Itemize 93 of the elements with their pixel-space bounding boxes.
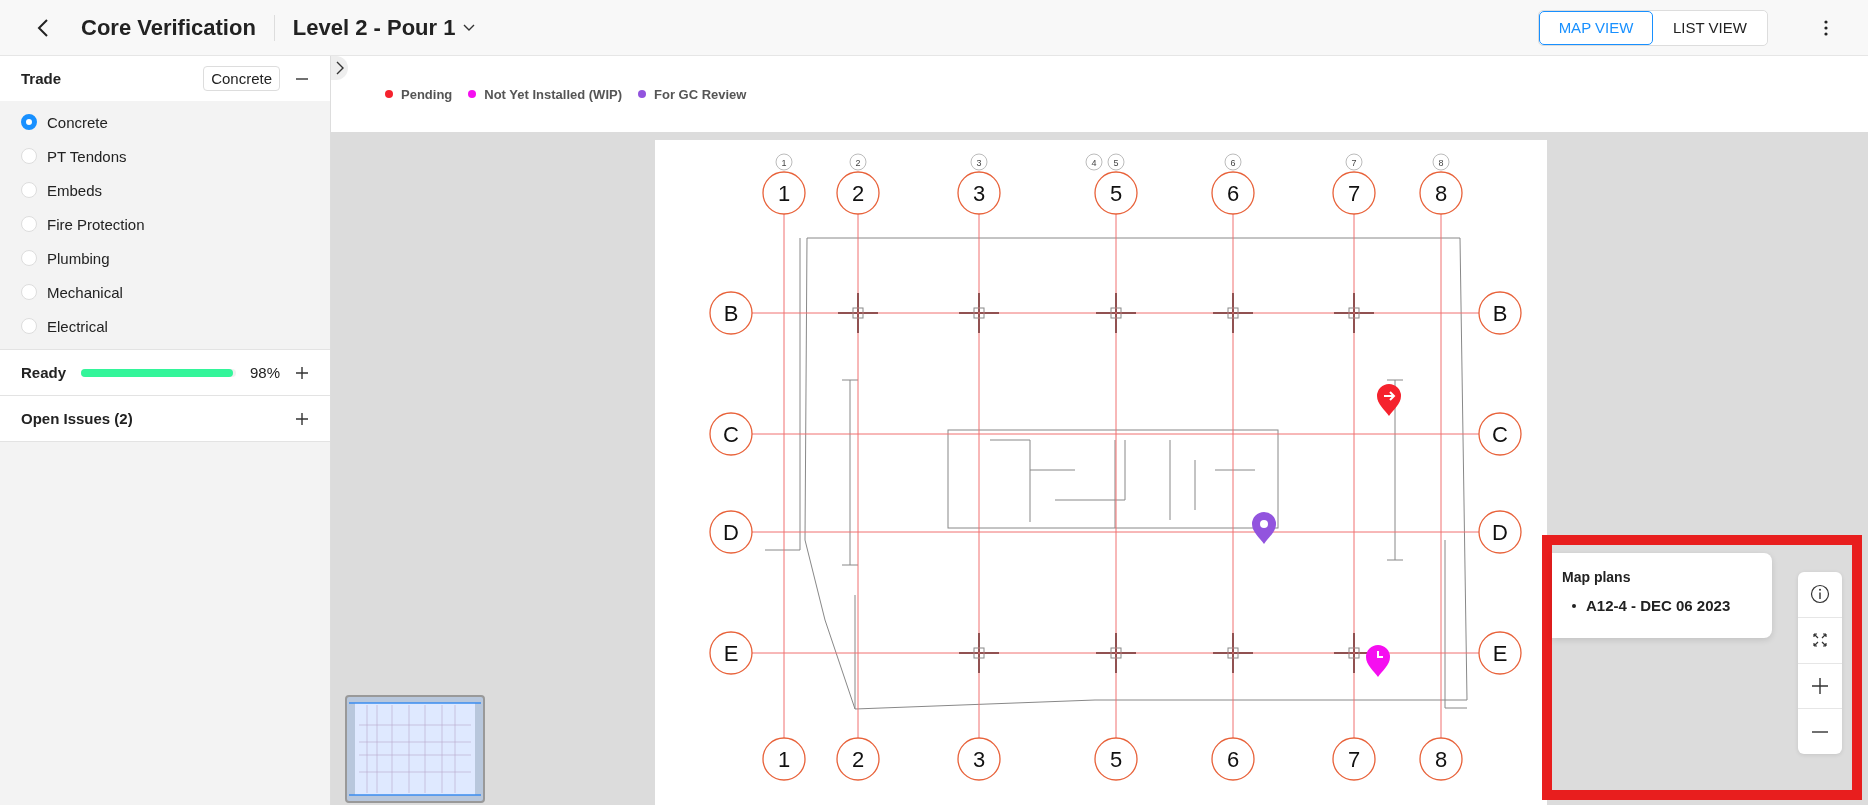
grid-label: 3 (972, 747, 986, 772)
grid-bubble (1332, 171, 1376, 215)
radio-button[interactable] (21, 114, 37, 130)
grid-bubble (709, 510, 753, 554)
trade-option[interactable]: Mechanical (47, 283, 123, 301)
chevron-right-icon[interactable] (335, 61, 344, 75)
grid-label: B (723, 301, 739, 326)
tag-label: 7 (1351, 157, 1357, 168)
bullet-icon (1572, 603, 1576, 608)
expand-icon[interactable] (294, 410, 310, 427)
ready-label: Ready (21, 364, 67, 381)
grid-label: 1 (777, 181, 791, 206)
page-title: Core Verification (81, 14, 256, 41)
more-icon[interactable] (1824, 19, 1828, 36)
pour-selector[interactable]: Level 2 - Pour 1 (292, 14, 456, 41)
grid-bubble (1478, 412, 1522, 456)
tag-circle (1432, 153, 1450, 171)
trade-option[interactable]: Fire Protection (47, 215, 145, 233)
info-icon[interactable] (1810, 584, 1830, 605)
grid-label: 8 (1434, 747, 1448, 772)
grid-bubble (1332, 737, 1376, 781)
grid-label: 7 (1347, 181, 1361, 206)
grid-label: 6 (1226, 181, 1240, 206)
trade-option[interactable]: Plumbing (47, 249, 110, 267)
grid-label: 8 (1434, 181, 1448, 206)
grid-bubble (957, 737, 1001, 781)
grid-bubble (762, 171, 806, 215)
tag-circle (849, 153, 867, 171)
chevron-down-icon[interactable] (463, 23, 476, 32)
grid-bubble (1419, 737, 1463, 781)
tag-circle (1224, 153, 1242, 171)
grid-bubble (1478, 510, 1522, 554)
tag-circle (1345, 153, 1363, 171)
tag-label: 3 (976, 157, 982, 168)
grid-bubble (709, 412, 753, 456)
grid-bubble (836, 171, 880, 215)
grid-label: 5 (1109, 747, 1123, 772)
grid-label: E (1492, 641, 1508, 666)
grid-label: 1 (777, 747, 791, 772)
grid-label: 7 (1347, 747, 1361, 772)
trade-label: Trade (21, 70, 62, 87)
tag-circle (970, 153, 988, 171)
grid-label: C (723, 422, 739, 447)
grid-bubble (1211, 171, 1255, 215)
tag-label: 4 (1091, 157, 1097, 168)
tag-circle (775, 153, 793, 171)
grid-bubble (762, 737, 806, 781)
fit-screen-icon[interactable] (1812, 632, 1828, 649)
grid-label: 3 (972, 181, 986, 206)
plus-icon[interactable] (1811, 676, 1829, 695)
trade-option[interactable]: Electrical (47, 317, 108, 335)
map-pin[interactable] (1252, 512, 1276, 544)
grid-bubble (1419, 171, 1463, 215)
grid-bubble (1211, 737, 1255, 781)
tag-circle (1107, 153, 1125, 171)
grid-bubble (957, 171, 1001, 215)
trade-option[interactable]: Embeds (47, 181, 103, 199)
back-icon[interactable] (37, 17, 49, 38)
grid-label: 2 (851, 181, 865, 206)
tag-label: 1 (781, 157, 787, 168)
grid-label: C (1492, 422, 1508, 447)
grid-label: 5 (1109, 181, 1123, 206)
grid-label: E (723, 641, 739, 666)
legend-label: For GC Review (654, 86, 747, 102)
map-pin[interactable] (1366, 645, 1390, 677)
map-plan-item[interactable]: A12-4 - DEC 06 2023 (1586, 597, 1731, 614)
grid-label: B (1492, 301, 1508, 326)
grid-bubble (709, 291, 753, 335)
legend-label: Not Yet Installed (WIP) (484, 86, 622, 102)
grid-bubble (1094, 171, 1138, 215)
popover-title: Map plans (1562, 569, 1632, 585)
tag-label: 6 (1230, 157, 1236, 168)
grid-label: 6 (1226, 747, 1240, 772)
expand-icon[interactable] (294, 364, 310, 381)
grid-bubble (1478, 291, 1522, 335)
tag-label: 8 (1438, 157, 1444, 168)
grid-bubble (1478, 631, 1522, 675)
grid-label: 2 (851, 747, 865, 772)
trade-chip: Concrete (203, 66, 280, 91)
grid-bubble (1094, 737, 1138, 781)
trade-option[interactable]: Concrete (47, 113, 108, 131)
map-pin[interactable] (1377, 384, 1401, 416)
tag-label: 2 (855, 157, 861, 168)
legend-label: Pending (401, 86, 453, 102)
grid-label: D (723, 520, 739, 545)
grid-bubble (836, 737, 880, 781)
open-issues-label: Open Issues (2) (21, 410, 133, 427)
ready-percent: 98% (249, 364, 280, 381)
trade-option[interactable]: PT Tendons (47, 147, 127, 165)
grid-label: D (1492, 520, 1508, 545)
tag-circle (1085, 153, 1103, 171)
grid-bubble (709, 631, 753, 675)
tag-label: 5 (1113, 157, 1119, 168)
